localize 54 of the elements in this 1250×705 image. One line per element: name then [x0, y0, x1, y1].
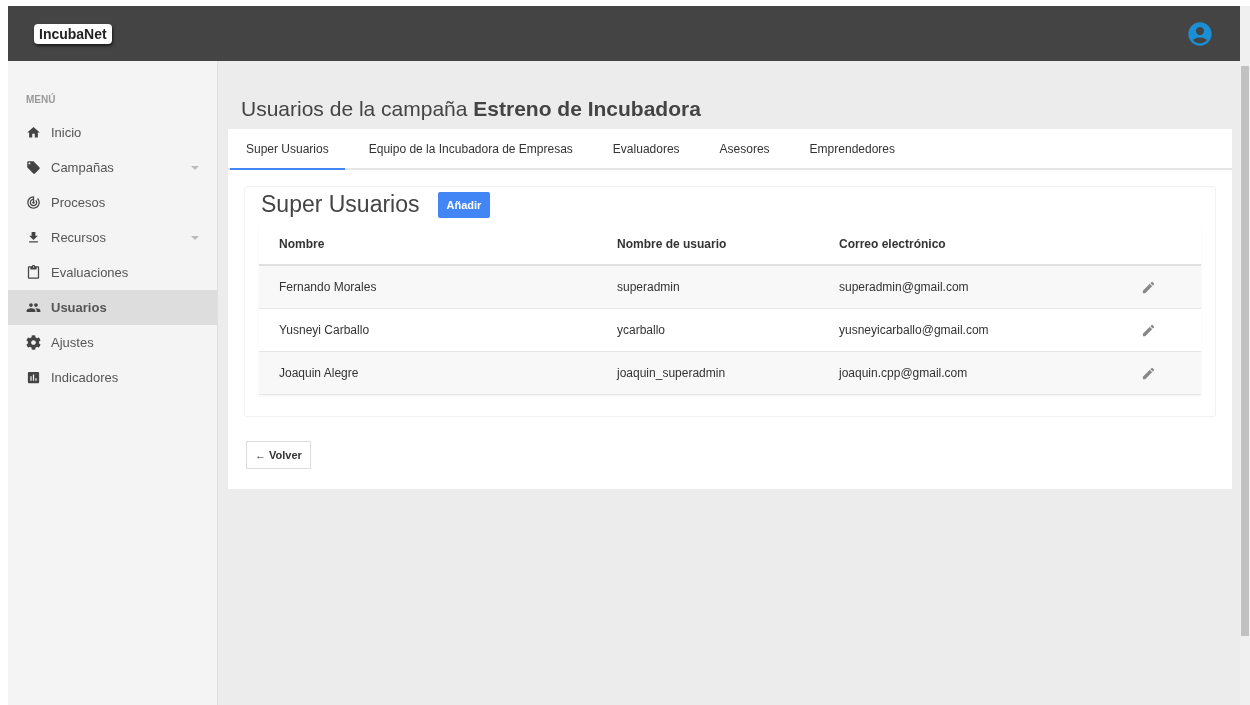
- sidebar-item-label: Usuarios: [51, 300, 108, 315]
- tab[interactable]: Evaluadores: [596, 129, 696, 170]
- table-cell-text: joaquin.cpp@gmail.com: [839, 366, 969, 380]
- page-title: Usuarios de la campaña Estreno de Incubadora: [241, 97, 702, 121]
- download-icon: [26, 230, 41, 245]
- home-icon: [26, 125, 41, 140]
- sidebar-item[interactable]: Usuarios: [8, 290, 217, 325]
- menu-heading: MENÚ: [25, 94, 57, 107]
- edit-icon[interactable]: [1141, 365, 1156, 381]
- table-cell-text: yusneyicarballo@gmail.com: [839, 323, 990, 337]
- table-cell-text: joaquin_superadmin: [617, 366, 727, 380]
- sidebar-item[interactable]: Campañas: [8, 150, 217, 185]
- column-header: Correo electrónico: [839, 237, 947, 251]
- table-cell-text: superadmin@gmail.com: [839, 280, 970, 294]
- edit-icon[interactable]: [1141, 279, 1156, 295]
- sidebar-item-label: Evaluaciones: [51, 265, 130, 280]
- tag-icon: [26, 160, 41, 175]
- tab[interactable]: Super Usuarios: [230, 129, 345, 170]
- sidebar-item-label: Inicio: [51, 125, 83, 140]
- tab[interactable]: Emprendedores: [793, 129, 911, 170]
- edit-icon[interactable]: [1141, 322, 1156, 338]
- scrollbar-thumb[interactable]: [1241, 66, 1249, 636]
- tab[interactable]: Equipo de la Incubadora de Empresas: [352, 129, 589, 170]
- sidebar-item-label: Indicadores: [51, 370, 120, 385]
- caret-icon: [191, 235, 199, 240]
- table-cell-text: Joaquin Alegre: [279, 366, 360, 380]
- sidebar-item-label: Ajustes: [51, 335, 95, 350]
- logo[interactable]: IncubaNet: [34, 23, 112, 44]
- sidebar-item-label: Procesos: [51, 195, 107, 210]
- sidebar-item[interactable]: Recursos: [8, 220, 217, 255]
- sidebar-item-label: Recursos: [51, 230, 107, 245]
- clipboard-icon: [26, 265, 41, 280]
- column-header: Nombre de usuario: [617, 237, 728, 251]
- sidebar-item-label: Campañas: [51, 160, 115, 175]
- sidebar-item[interactable]: Indicadores: [8, 360, 217, 395]
- people-icon: [26, 300, 41, 315]
- table-cell-text: superadmin: [617, 280, 681, 294]
- chart-icon: [26, 370, 41, 385]
- table-cell-text: Yusneyi Carballo: [279, 323, 371, 337]
- settings-icon: [26, 335, 41, 350]
- target-icon: [26, 195, 41, 210]
- caret-icon: [191, 165, 199, 170]
- section-title: Super Usuarios: [261, 191, 420, 218]
- table-cell-text: Fernando Morales: [279, 280, 378, 294]
- sidebar-item[interactable]: Ajustes: [8, 325, 217, 360]
- add-button[interactable]: Añadir: [437, 191, 491, 218]
- table-cell-text: ycarballo: [617, 323, 667, 337]
- column-header: Nombre: [279, 237, 326, 251]
- sidebar-item[interactable]: Evaluaciones: [8, 255, 217, 290]
- sidebar-item[interactable]: Procesos: [8, 185, 217, 220]
- tab[interactable]: Asesores: [703, 129, 786, 170]
- sidebar-item[interactable]: Inicio: [8, 115, 217, 150]
- account-icon[interactable]: [1186, 19, 1214, 48]
- back-button[interactable]: ← Volver: [246, 441, 311, 469]
